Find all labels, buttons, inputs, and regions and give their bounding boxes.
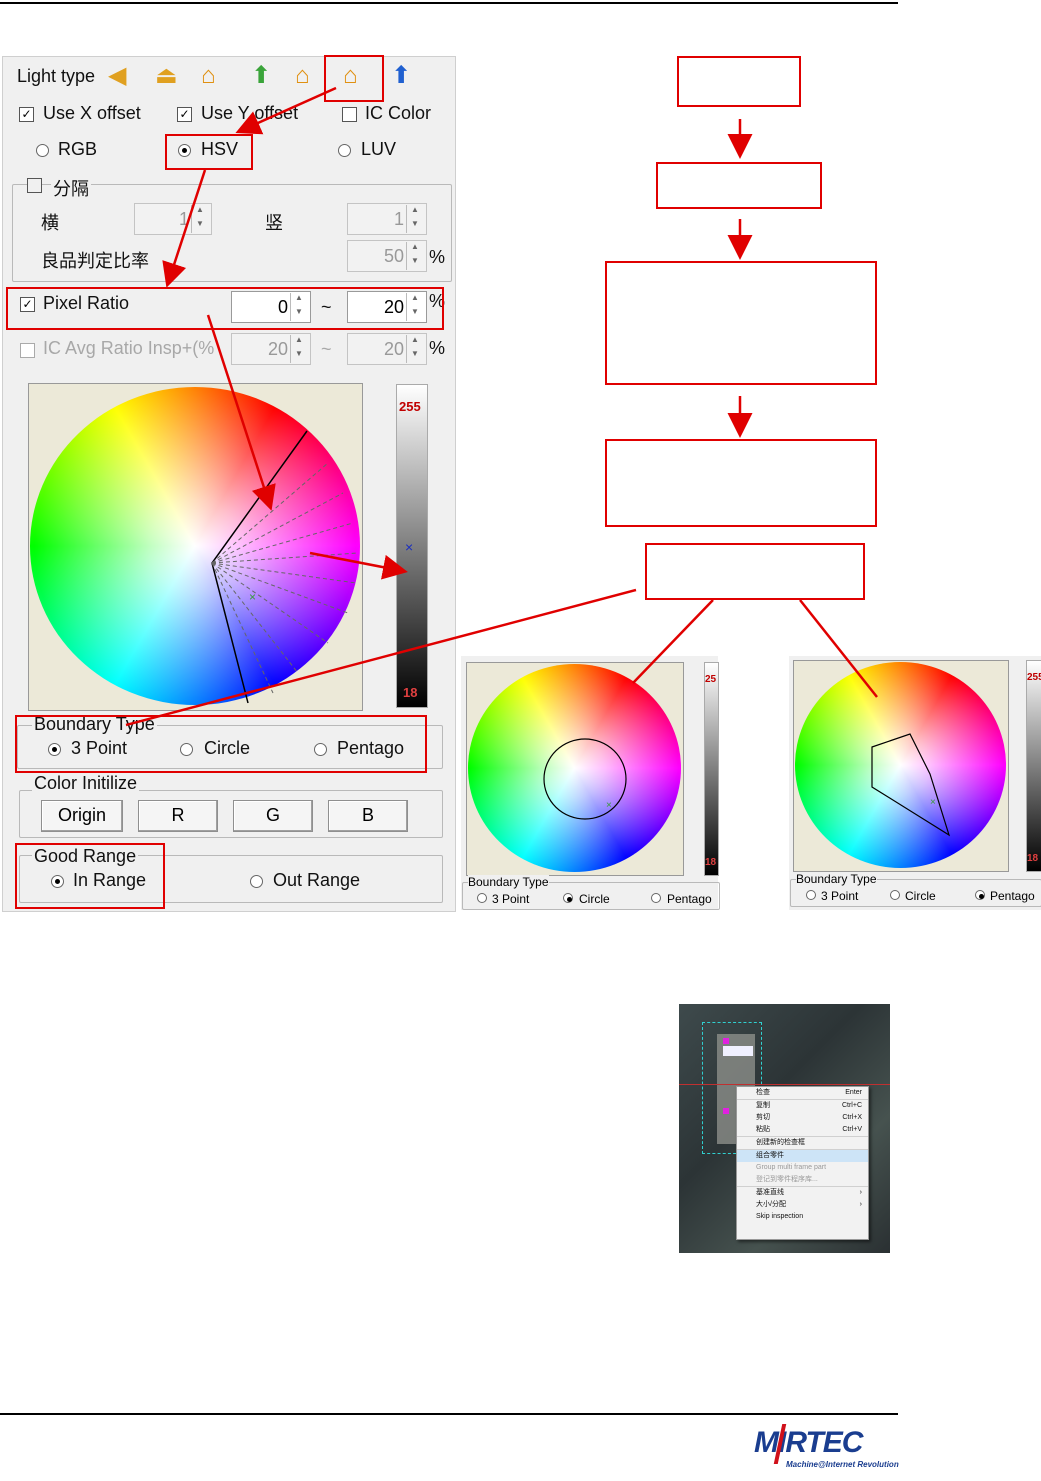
context-menu-item-shortcut: › bbox=[859, 1201, 862, 1208]
context-menu-item-label: 大小/分配 bbox=[756, 1201, 786, 1208]
context-menu: 检查 Enter 复制 Ctrl+C 剪切 Ctrl+X 粘贴 Ctrl+V 创建新的检查框 组合… bbox=[736, 1086, 869, 1240]
context-menu-item[interactable]: 组合零件 bbox=[737, 1149, 868, 1162]
context-menu-item[interactable]: Group multi frame part bbox=[737, 1162, 868, 1174]
context-menu-item-label: 创建新的检查框 bbox=[756, 1139, 805, 1146]
context-menu-items: 检查 Enter 复制 Ctrl+C 剪切 Ctrl+X 粘贴 Ctrl+V 创建新的检查框 组合… bbox=[737, 1087, 868, 1223]
context-menu-item[interactable]: 基准直线 › bbox=[737, 1186, 868, 1199]
context-menu-item[interactable]: 复制 Ctrl+C bbox=[737, 1099, 868, 1112]
context-menu-item-shortcut: › bbox=[859, 1189, 862, 1196]
component-label bbox=[723, 1046, 753, 1056]
context-menu-item-label: 登记到零件程序库... bbox=[756, 1176, 818, 1183]
context-menu-item[interactable]: 粘贴 Ctrl+V bbox=[737, 1124, 868, 1136]
marker-1 bbox=[723, 1038, 729, 1044]
context-menu-item[interactable]: 大小/分配 › bbox=[737, 1199, 868, 1211]
context-menu-item-label: 基准直线 bbox=[756, 1189, 784, 1196]
logo-brand: MIRTEC bbox=[754, 1426, 863, 1459]
context-menu-item[interactable]: 登记到零件程序库... bbox=[737, 1174, 868, 1186]
context-menu-item[interactable]: 剪切 Ctrl+X bbox=[737, 1112, 868, 1124]
annotation-arrows bbox=[125, 86, 878, 727]
context-menu-item-label: 检查 bbox=[756, 1089, 770, 1096]
context-menu-item-label: 剪切 bbox=[756, 1114, 770, 1121]
context-menu-item-shortcut: Ctrl+X bbox=[842, 1114, 862, 1121]
logo-tagline: Machine@Internet Revolution bbox=[786, 1460, 899, 1469]
pcb-screenshot: 检查 Enter 复制 Ctrl+C 剪切 Ctrl+X 粘贴 Ctrl+V 创建新的检查框 组合… bbox=[679, 1004, 890, 1253]
context-menu-item-shortcut: Ctrl+C bbox=[841, 1102, 862, 1109]
footer-rule bbox=[0, 1413, 898, 1415]
mirtec-logo: MIRTEC Machine@Internet Revolution bbox=[754, 1424, 899, 1474]
context-menu-item-label: Skip inspection bbox=[756, 1213, 804, 1220]
context-menu-item-label: 组合零件 bbox=[756, 1152, 784, 1159]
context-menu-item[interactable]: 检查 Enter bbox=[737, 1087, 868, 1099]
context-menu-item-label: Group multi frame part bbox=[756, 1164, 827, 1171]
context-menu-item-shortcut: Ctrl+V bbox=[842, 1126, 862, 1133]
context-menu-item-shortcut: Enter bbox=[845, 1089, 862, 1096]
context-menu-item[interactable]: 创建新的检查框 bbox=[737, 1136, 868, 1149]
context-menu-item-label: 粘贴 bbox=[756, 1126, 770, 1133]
red-guide-line bbox=[679, 1084, 890, 1085]
context-menu-item[interactable]: Skip inspection bbox=[737, 1211, 868, 1223]
context-menu-item-label: 复制 bbox=[756, 1102, 770, 1109]
marker-2 bbox=[723, 1108, 729, 1114]
